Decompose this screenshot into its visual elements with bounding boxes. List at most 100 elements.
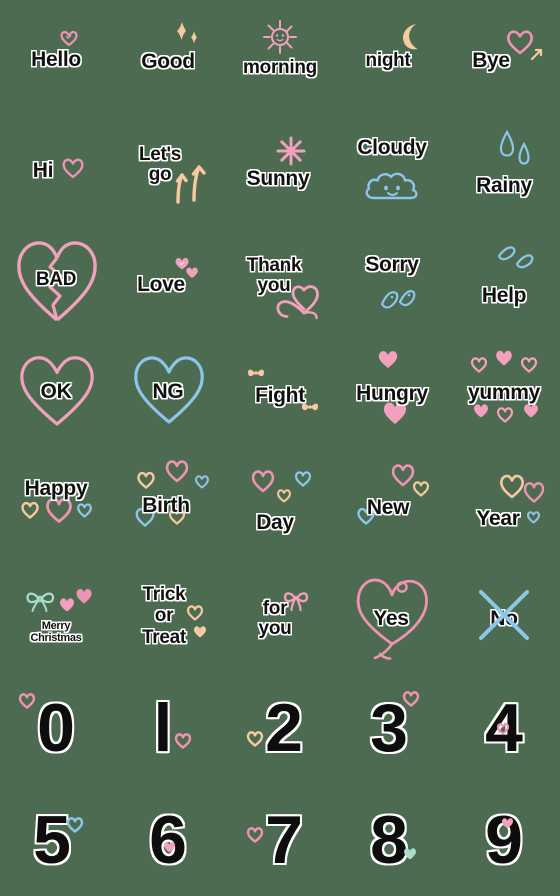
sticker-cell[interactable]: Hi [0,112,112,224]
sticker-cell[interactable]: Sorry [336,224,448,336]
sticker-for-you[interactable]: for you [224,560,336,672]
sticker-day[interactable]: Day [224,448,336,560]
sticker-cell[interactable]: for you [224,560,336,672]
sticker-cell[interactable]: Good [112,0,224,112]
sticker-bye[interactable]: Bye [448,0,560,112]
sticker-cell[interactable]: 2 [224,672,336,784]
sticker-cell[interactable]: 7 [224,784,336,896]
sticker-cell[interactable]: Help [448,224,560,336]
sticker-cell[interactable]: Thank you [224,224,336,336]
sticker-ng[interactable]: NG [112,336,224,448]
sticker-morning[interactable]: morning [224,0,336,112]
sticker-rainy[interactable]: Rainy [448,112,560,224]
sticker-cell[interactable]: 6 [112,784,224,896]
sticker-happy[interactable]: Happy [0,448,112,560]
sticker-yes[interactable]: Yes [336,560,448,672]
sticker-birth[interactable]: Birth [112,448,224,560]
sticker-lets-go[interactable]: Let's go [112,112,224,224]
sticker-cell[interactable]: yummy [448,336,560,448]
sticker-cell[interactable]: l [112,672,224,784]
sticker-sorry[interactable]: Sorry [336,224,448,336]
sweat-drop-icon [496,242,540,272]
sticker-num-0[interactable]: 0 [0,672,112,784]
sticker-no[interactable]: No [448,560,560,672]
sticker-cell[interactable]: Rainy [448,112,560,224]
sticker-cell[interactable]: Hungry [336,336,448,448]
sticker-cell[interactable]: 8 [336,784,448,896]
sticker-cell[interactable]: Fight [224,336,336,448]
sticker-bad[interactable]: BAD [0,224,112,336]
sticker-cell[interactable]: Cloudy [336,112,448,224]
sticker-cell[interactable]: night [336,0,448,112]
sticker-label: 0 [37,689,75,766]
heart-icon [494,348,514,367]
sticker-hi[interactable]: Hi [0,112,112,224]
sticker-cell[interactable]: No [448,560,560,672]
sticker-cell[interactable]: OK [0,336,112,448]
sticker-num-7[interactable]: 7 [224,784,336,896]
sticker-cell[interactable]: Sunny [224,112,336,224]
sticker-num-2[interactable]: 2 [224,672,336,784]
sticker-cloudy[interactable]: Cloudy [336,112,448,224]
sticker-cell[interactable]: Love [112,224,224,336]
sticker-cell[interactable]: New [336,448,448,560]
sticker-merry-christmas[interactable]: Merry Christmas [0,560,112,672]
sticker-num-1[interactable]: l [112,672,224,784]
sticker-cell[interactable]: BAD [0,224,112,336]
sticker-cell[interactable]: morning [224,0,336,112]
sticker-cell[interactable]: Merry Christmas [0,560,112,672]
sticker-cell[interactable]: 4 [448,672,560,784]
sticker-cell[interactable]: Yes [336,560,448,672]
sticker-night[interactable]: night [336,0,448,112]
sticker-cell[interactable]: NG [112,336,224,448]
sticker-label: 4 [485,689,523,766]
sticker-help[interactable]: Help [448,224,560,336]
sticker-hello[interactable]: Hello [0,0,112,112]
sticker-love[interactable]: Love [112,224,224,336]
sticker-fight[interactable]: Fight [224,336,336,448]
sticker-good[interactable]: Good [112,0,224,112]
sticker-cell[interactable]: 3 [336,672,448,784]
bow-icon [246,364,266,382]
sticker-label: Happy [24,476,88,500]
sticker-label: BAD [35,268,77,290]
sticker-num-5[interactable]: 5 [0,784,112,896]
sticker-thank-you[interactable]: Thank you [224,224,336,336]
sticker-hungry[interactable]: Hungry [336,336,448,448]
sticker-num-8[interactable]: 8 [336,784,448,896]
sticker-num-9[interactable]: 9 [448,784,560,896]
sticker-label: for you [259,599,292,639]
sun-icon [260,18,300,56]
sticker-label: OK [40,379,72,403]
arrow-icon [530,46,546,62]
sticker-cell[interactable]: Hello [0,0,112,112]
sticker-cell[interactable]: Year [448,448,560,560]
sticker-num-4[interactable]: 4 [448,672,560,784]
bow-icon [24,588,58,612]
heart-icon [60,30,78,47]
sticker-cell[interactable]: Day [224,448,336,560]
sticker-yummy[interactable]: yummy [448,336,560,448]
sticker-cell[interactable]: Let's go [112,112,224,224]
sticker-label: Love [137,272,185,296]
sticker-ok[interactable]: OK [0,336,112,448]
crescent-moon-icon [398,22,424,52]
heart-outline-icon [294,470,312,487]
sticker-new[interactable]: New [336,448,448,560]
sticker-cell[interactable]: Bye [448,0,560,112]
sticker-cell[interactable]: Trick or Treat [112,560,224,672]
sticker-label: Hi [32,158,54,182]
sticker-num-6[interactable]: 6 [112,784,224,896]
sticker-year[interactable]: Year [448,448,560,560]
sticker-sunny[interactable]: Sunny [224,112,336,224]
sticker-cell[interactable]: 0 [0,672,112,784]
sticker-num-3[interactable]: 3 [336,672,448,784]
sticker-cell[interactable]: Happy [0,448,112,560]
heart-outline-icon [194,474,210,489]
heart-outline-icon [20,500,40,519]
sticker-cell[interactable]: 9 [448,784,560,896]
heart-icon [472,402,490,419]
sticker-trick-or-treat[interactable]: Trick or Treat [112,560,224,672]
sticker-cell[interactable]: Birth [112,448,224,560]
sticker-cell[interactable]: 5 [0,784,112,896]
